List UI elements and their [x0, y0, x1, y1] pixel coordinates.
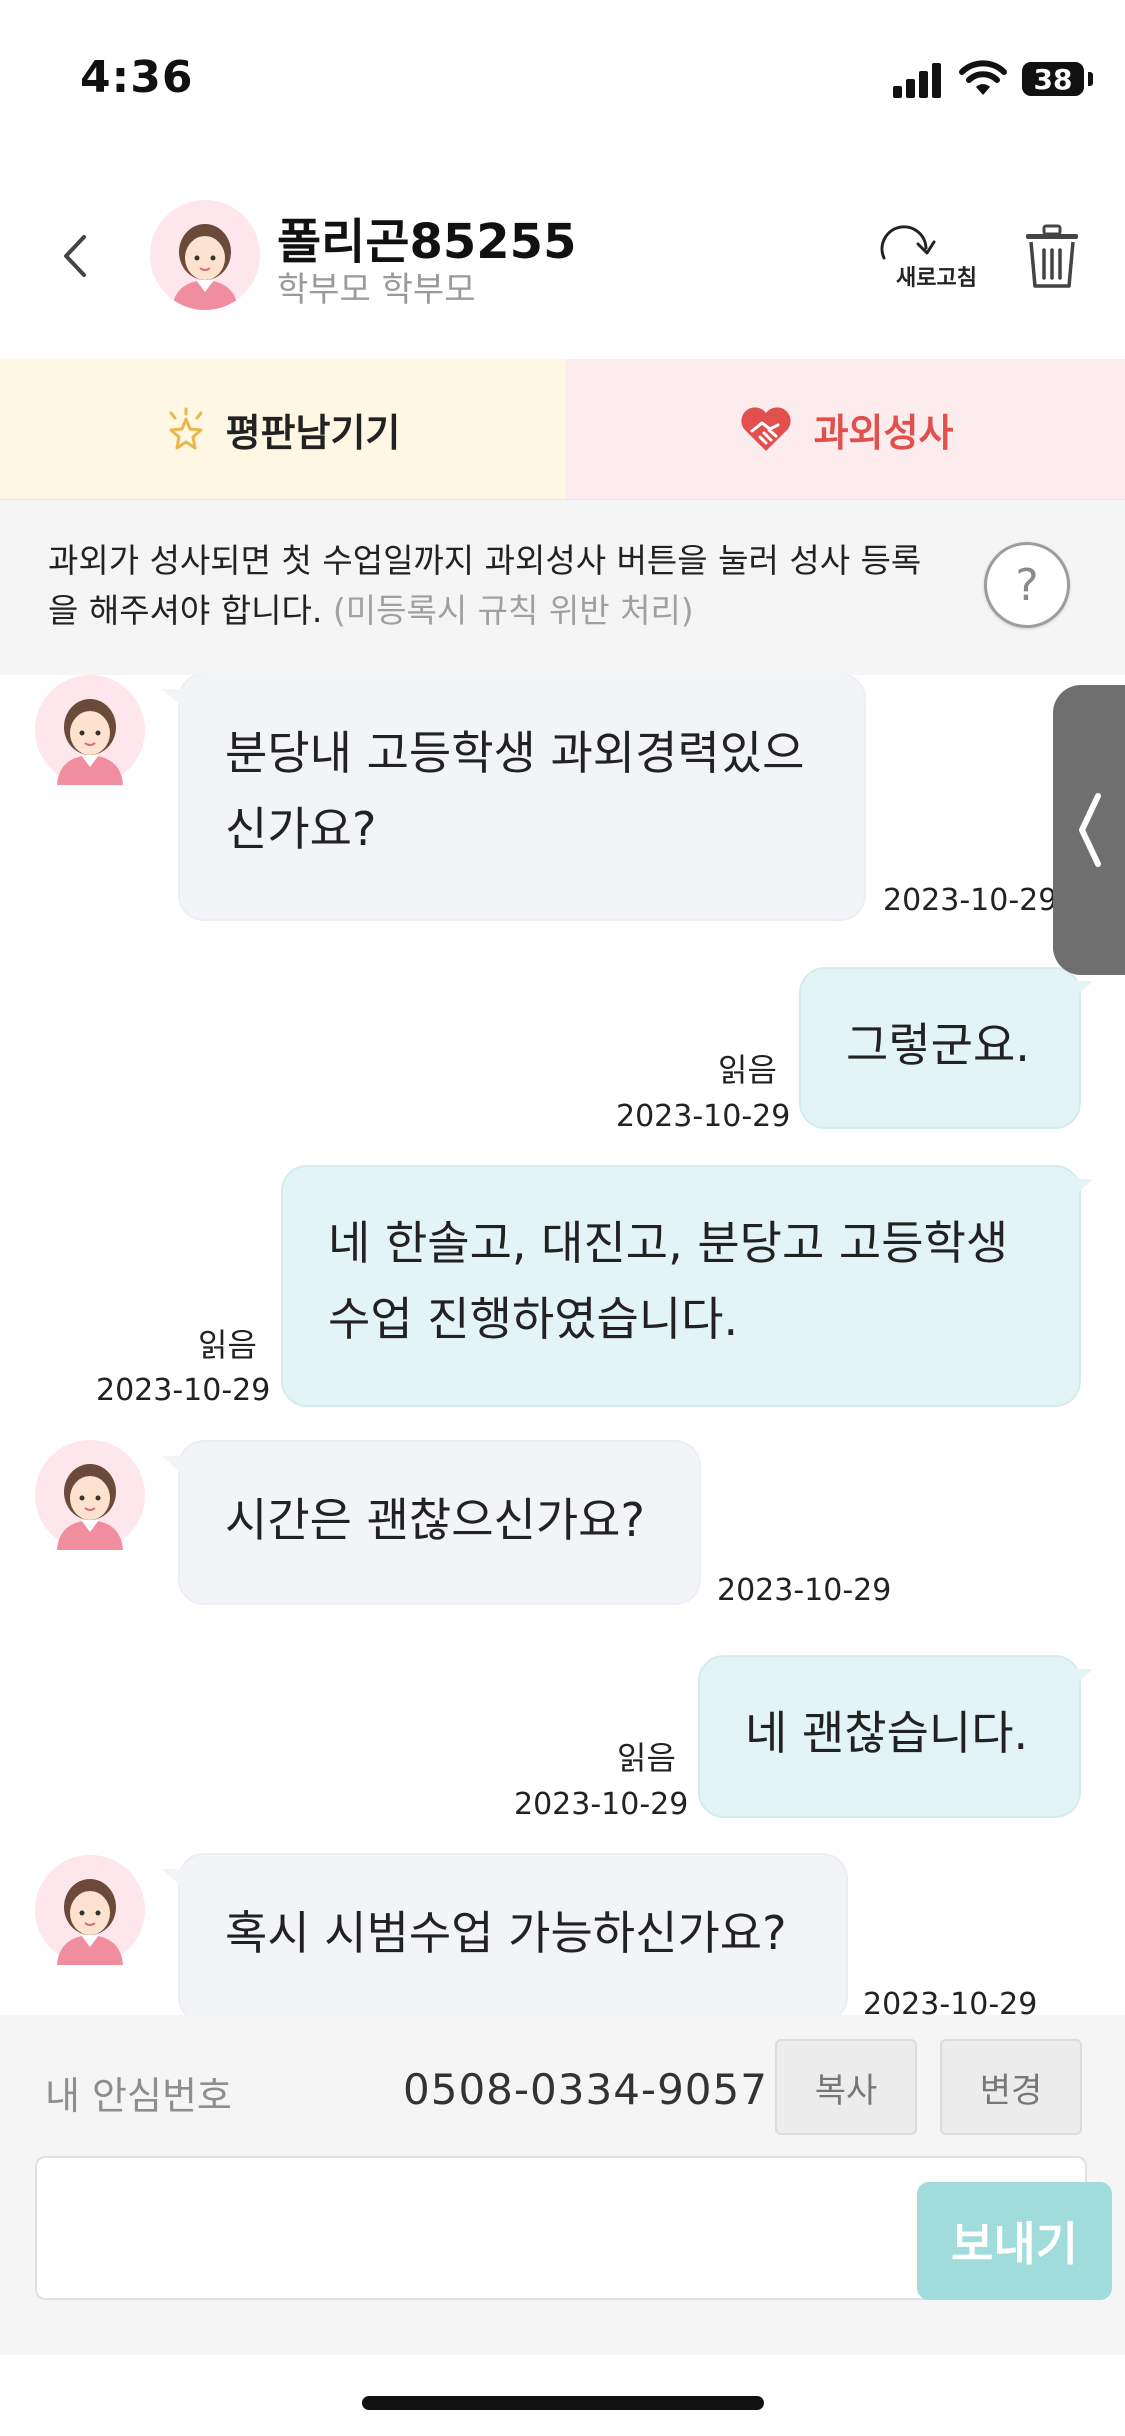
safe-number-bar: 내 안심번호 0508-0334-9057 복사 변경	[0, 2015, 1125, 2165]
refresh-button[interactable]: 새로고침	[868, 218, 993, 298]
signal-icon	[893, 60, 943, 98]
message-bubble-incoming[interactable]: 시간은 괜찮으신가요?	[162, 1440, 701, 1605]
parent-avatar-icon	[35, 675, 145, 785]
status-time: 4:36	[80, 52, 194, 103]
change-button[interactable]: 변경	[940, 2039, 1082, 2135]
message-time: 2023-10-29	[717, 1573, 892, 1608]
delete-button[interactable]	[1022, 222, 1082, 290]
review-tab[interactable]: 평판남기기	[0, 359, 566, 499]
message-bubble-outgoing[interactable]: 네 한솔고, 대진고, 분당고 고등학생 수업 진행하였습니다.	[281, 1165, 1093, 1407]
read-receipt: 읽음	[718, 1051, 777, 1089]
battery-level: 38	[1033, 62, 1073, 96]
help-button[interactable]: ?	[984, 542, 1070, 628]
handshake-heart-icon	[740, 407, 791, 451]
home-indicator	[362, 2396, 764, 2410]
message-input-box[interactable]: 보내기	[35, 2156, 1112, 2300]
success-tab[interactable]: 과외성사	[566, 359, 1125, 499]
chat-thread[interactable]: 분당내 고등학생 과외경력있으신가요? 2023-10-29 읽음 2023-1…	[0, 675, 1125, 2015]
review-tab-label: 평판남기기	[225, 410, 401, 455]
message-text: 혹시 시범수업 가능하신가요?	[225, 1906, 787, 1960]
wifi-icon	[959, 60, 1007, 95]
message-time: 2023-10-29	[616, 1099, 791, 1134]
back-chevron-icon	[64, 235, 86, 277]
notice-text: 과외가 성사되면 첫 수업일까지 과외성사 버튼을 눌러 성사 등록을 해주셔야…	[48, 536, 948, 636]
message-time: 2023-10-29	[96, 1373, 271, 1408]
star-icon	[169, 407, 203, 450]
side-panel-toggle[interactable]	[1053, 685, 1125, 975]
send-button-label: 보내기	[951, 2217, 1078, 2271]
side-panel-chevron-icon	[1079, 793, 1101, 867]
message-time: 2023-10-29	[863, 1987, 1038, 2015]
parent-avatar-icon	[35, 1440, 145, 1550]
notice-muted: (미등록시 규칙 위반 처리)	[332, 591, 694, 630]
read-receipt: 읽음	[617, 1739, 676, 1777]
message-bubble-incoming[interactable]: 혹시 시범수업 가능하신가요?	[162, 1853, 848, 2015]
read-receipt: 읽음	[198, 1326, 257, 1364]
message-text: 그렇군요.	[846, 1018, 1030, 1072]
sender-avatar[interactable]	[35, 675, 145, 785]
message-input[interactable]	[57, 2188, 881, 2270]
change-button-label: 변경	[979, 2070, 1043, 2111]
safe-number-label: 내 안심번호	[45, 2074, 232, 2118]
contact-role: 학부모 학부모	[277, 270, 476, 310]
composer: 보내기	[0, 2145, 1125, 2355]
sender-avatar[interactable]	[35, 1855, 145, 1965]
trash-icon	[1026, 224, 1078, 288]
help-icon: ?	[1015, 559, 1039, 611]
message-text: 네 괜찮습니다.	[745, 1706, 1029, 1760]
back-button[interactable]	[50, 226, 100, 286]
refresh-label: 새로고침	[896, 266, 977, 291]
message-bubble-incoming[interactable]: 분당내 고등학생 과외경력있으신가요?	[162, 675, 866, 921]
message-bubble-outgoing[interactable]: 네 괜찮습니다.	[698, 1655, 1093, 1818]
contact-avatar[interactable]	[150, 200, 260, 310]
message-text: 네 한솔고, 대진고, 분당고 고등학생 수업 진행하였습니다.	[328, 1216, 1009, 1346]
copy-button-label: 복사	[814, 2070, 878, 2111]
copy-button[interactable]: 복사	[775, 2039, 917, 2135]
success-tab-label: 과외성사	[813, 410, 954, 455]
message-text: 시간은 괜찮으신가요?	[225, 1493, 645, 1547]
send-button[interactable]: 보내기	[917, 2182, 1112, 2300]
message-time: 2023-10-29	[514, 1787, 689, 1822]
sender-avatar[interactable]	[35, 1440, 145, 1550]
parent-avatar-icon	[150, 200, 260, 310]
message-time: 2023-10-29	[883, 883, 1058, 918]
safe-number-value: 0508-0334-9057	[403, 2065, 768, 2114]
notice-banner: 과외가 성사되면 첫 수업일까지 과외성사 버튼을 눌러 성사 등록을 해주셔야…	[0, 499, 1125, 677]
battery-cap	[1088, 72, 1093, 86]
message-bubble-outgoing[interactable]: 그렇군요.	[799, 967, 1093, 1129]
parent-avatar-icon	[35, 1855, 145, 1965]
battery-icon: 38	[1022, 62, 1084, 96]
message-text: 분당내 고등학생 과외경력있으신가요?	[225, 726, 805, 856]
